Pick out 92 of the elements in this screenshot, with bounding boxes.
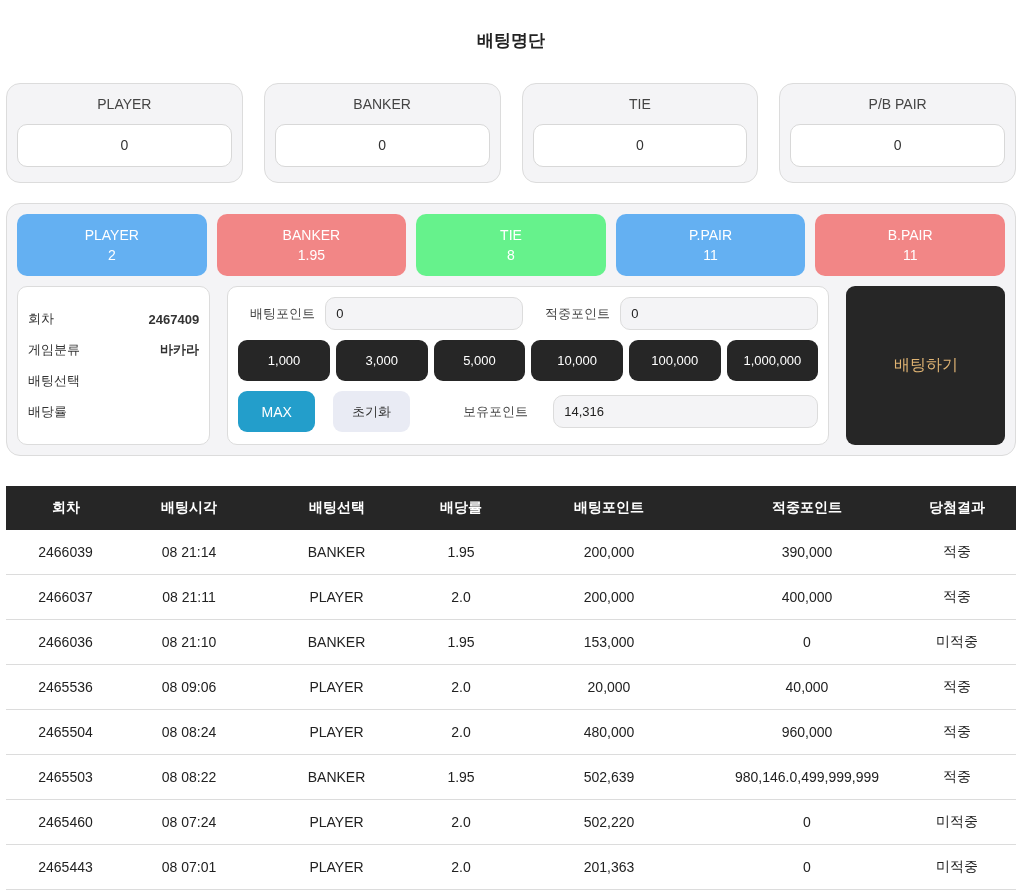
info-value: 2467409 [148,311,200,327]
table-cell: 390,000 [716,530,898,575]
info-label: 배팅선택 [28,372,80,390]
column-header: 적중포인트 [716,486,898,530]
table-cell: 적중 [898,574,1016,620]
table-cell: 2465460 [6,799,125,845]
table-cell: 08 07:24 [125,799,253,845]
field-label: 보유포인트 [462,402,529,421]
table-cell: 08 21:11 [125,574,253,620]
table-cell: 40,000 [716,664,898,710]
table-cell: 200,000 [502,530,716,575]
point-field[interactable]: 0 [620,297,819,330]
info-label: 회차 [28,310,54,328]
table-cell: 1.95 [420,619,502,665]
table-cell: 400,000 [716,574,898,620]
table-cell: 2466039 [6,530,125,575]
table-cell: 960,000 [716,709,898,755]
table-cell: 미적중 [898,619,1016,665]
table-cell: 적중 [898,709,1016,755]
table-cell: 08 08:22 [125,754,253,800]
table-cell: 502,220 [502,799,716,845]
table-cell: 08 07:01 [125,844,253,890]
chip-button[interactable]: 100,000 [628,340,721,381]
chip-button[interactable]: 5,000 [433,340,526,381]
table-cell: 2466036 [6,619,125,665]
card-value-field: 0 [274,124,490,167]
table-cell: 08 09:06 [125,664,253,710]
column-header: 당첨결과 [898,486,1016,530]
field-label: 적중포인트 [544,304,611,323]
table-cell: 2.0 [420,709,502,755]
table-cell: 153,000 [502,619,716,665]
column-header: 배팅선택 [253,486,420,530]
card-label: PLAYER [96,95,153,113]
chip-button[interactable]: 10,000 [531,340,623,381]
table-cell: PLAYER [253,709,420,755]
table-cell: 20,000 [502,664,716,710]
table-cell: 502,639 [502,754,716,800]
info-label: 배당률 [28,403,67,421]
column-header: 배팅포인트 [502,486,716,530]
card-label: P/B PAIR [867,95,928,113]
table-cell: 적중 [898,664,1016,710]
table-cell: PLAYER [253,664,420,710]
table-cell: 08 21:10 [125,619,253,665]
table-cell: BANKER [253,619,420,665]
table-cell: 2465443 [6,844,125,890]
column-header: 회차 [6,486,125,530]
table-cell: 미적중 [898,799,1016,845]
table-cell: 미적중 [898,844,1016,890]
card-label: BANKER [352,95,412,113]
table-cell: 08 21:14 [125,530,253,575]
table-cell: 1.95 [420,530,502,575]
table-cell: 적중 [898,754,1016,800]
table-cell: BANKER [253,530,420,575]
table-cell: 0 [716,844,898,890]
table-cell: PLAYER [253,574,420,620]
table-cell: 480,000 [502,709,716,755]
info-label: 게임분류 [28,341,80,359]
table-cell: PLAYER [253,844,420,890]
table-cell: 적중 [898,530,1016,575]
table-cell: 2.0 [420,574,502,620]
table-cell: 1.95 [420,754,502,800]
table-cell: 08 08:24 [125,709,253,755]
point-field[interactable]: 0 [325,297,524,330]
info-value: 바카라 [160,341,200,359]
column-header: 배당률 [420,486,502,530]
table-cell: PLAYER [253,799,420,845]
table-cell: 2.0 [420,799,502,845]
page-title: 배팅명단 [476,30,546,52]
table-cell: 0 [716,619,898,665]
table-cell: 2465504 [6,709,125,755]
table-cell: BANKER [253,754,420,800]
card-value-field: 0 [790,124,1005,167]
table-cell: 2.0 [420,664,502,710]
table-cell: 0 [716,799,898,845]
card-label: TIE [628,95,652,113]
bet-button[interactable]: 배팅하기 [846,286,1005,445]
table-cell: 2465503 [6,754,125,800]
held-point-field[interactable]: 14,316 [553,395,819,428]
table-cell: 980,146.0,499,999,999 [716,754,898,800]
reset-button[interactable]: 초기화 [333,391,411,432]
card-value-field: 0 [17,124,232,167]
table-cell: 201,363 [502,844,716,890]
chip-button[interactable]: 1,000,000 [726,340,819,381]
chip-button[interactable]: 1,000 [238,340,330,381]
table-cell: 2.0 [420,844,502,890]
table-cell: 2465536 [6,664,125,710]
field-label: 배팅포인트 [249,304,316,323]
table-cell: 2466037 [6,574,125,620]
column-header: 배팅시각 [125,486,253,530]
table-cell: 200,000 [502,574,716,620]
chip-button[interactable]: 3,000 [335,340,428,381]
card-value-field: 0 [532,124,748,167]
